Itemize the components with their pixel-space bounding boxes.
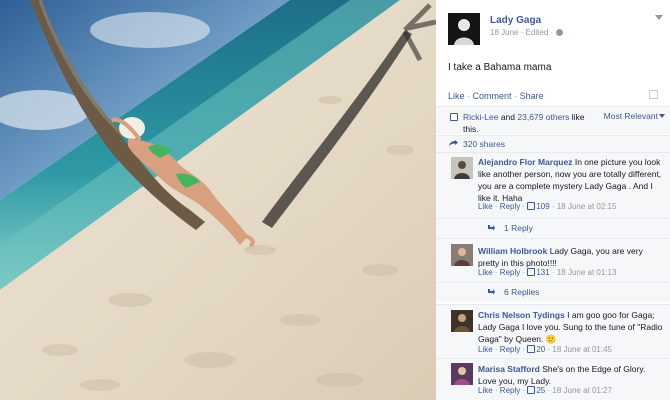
author-name[interactable]: Lady Gaga: [490, 15, 541, 26]
likers-count[interactable]: 23,679 others: [517, 112, 569, 122]
likes-text: Ricki-Lee and 23,679 others like this.: [463, 112, 585, 134]
replies-link-row: 1 Reply: [436, 218, 670, 238]
comment-item: Marisa Stafford She's on the Edge of Glo…: [436, 358, 670, 400]
comment-body: Chris Nelson Tydings I am goo goo for Ga…: [478, 309, 664, 345]
post-meta: 18 June · Edited ·: [490, 28, 564, 37]
comment-time[interactable]: 18 June at 01:45: [552, 345, 612, 354]
thumbs-up-icon: [527, 268, 536, 276]
comment-author[interactable]: Alejandro Flor Marquez: [478, 157, 572, 167]
view-replies-link[interactable]: 6 Replies: [504, 287, 539, 297]
avatar[interactable]: [451, 363, 473, 385]
avatar[interactable]: [451, 310, 473, 332]
share-icon[interactable]: [649, 90, 658, 99]
comment-reply-button[interactable]: Reply: [500, 386, 520, 395]
comment-button[interactable]: Comment: [473, 91, 512, 101]
comment-time[interactable]: 18 June at 02:15: [557, 202, 617, 211]
comment-like-button[interactable]: Like: [478, 386, 493, 395]
comment-meta: Like · Reply · 131 · 18 June at 01:13: [478, 268, 617, 277]
comment-reply-button[interactable]: Reply: [500, 268, 520, 277]
author-avatar[interactable]: [448, 13, 480, 45]
replies-link-row: 6 Replies: [436, 282, 670, 302]
shares-summary: 320 shares: [436, 135, 670, 152]
sort-dropdown[interactable]: Most Relevant: [604, 111, 665, 121]
comment-item: Alejandro Flor Marquez In one picture yo…: [436, 152, 670, 218]
comment-meta: Like · Reply · 109 · 18 June at 02:15: [478, 202, 617, 211]
post-status-text: I take a Bahama mama: [448, 62, 552, 73]
comment-reply-button[interactable]: Reply: [500, 202, 520, 211]
beach-photo: [0, 0, 436, 400]
comment-author[interactable]: William Holbrook: [478, 246, 547, 256]
view-replies-link[interactable]: 1 Reply: [504, 223, 533, 233]
like-button[interactable]: Like: [448, 91, 465, 101]
comment-meta: Like · Reply · 25 · 18 June at 01:27: [478, 386, 612, 395]
comment-meta: Like · Reply · 20 · 18 June at 01:45: [478, 345, 612, 354]
comment-body: Alejandro Flor Marquez In one picture yo…: [478, 156, 664, 204]
comment-time[interactable]: 18 June at 01:27: [552, 386, 612, 395]
chevron-down-icon: [659, 114, 665, 118]
avatar[interactable]: [451, 157, 473, 179]
edited-label[interactable]: Edited: [526, 28, 549, 37]
comment-time[interactable]: 18 June at 01:13: [557, 268, 617, 277]
comment-like-button[interactable]: Like: [478, 268, 493, 277]
post-actions: Like · Comment · Share: [448, 91, 544, 101]
comment-like-button[interactable]: Like: [478, 345, 493, 354]
post-date[interactable]: 18 June: [490, 28, 518, 37]
comment-like-count[interactable]: 25: [527, 386, 545, 395]
thumbs-up-icon: [450, 113, 458, 121]
thumbs-up-icon: [527, 386, 536, 394]
comment-author[interactable]: Marisa Stafford: [478, 364, 540, 374]
comment-item: Chris Nelson Tydings I am goo goo for Ga…: [436, 304, 670, 358]
comment-like-count[interactable]: 131: [527, 268, 550, 277]
comment-like-button[interactable]: Like: [478, 202, 493, 211]
globe-icon: [556, 29, 564, 36]
post-header: Lady Gaga 18 June · Edited ·: [448, 13, 663, 49]
comment-item: William Holbrook Lady Gaga, you are very…: [436, 238, 670, 282]
comment-like-count[interactable]: 109: [527, 202, 550, 211]
thumbs-up-icon: [527, 202, 536, 210]
avatar[interactable]: [451, 244, 473, 266]
share-button[interactable]: Share: [520, 91, 544, 101]
likes-summary: Ricki-Lee and 23,679 others like this. M…: [436, 106, 670, 134]
comment-body: Marisa Stafford She's on the Edge of Glo…: [478, 363, 664, 387]
shares-link[interactable]: 320 shares: [463, 139, 505, 149]
reply-arrow-icon: [488, 289, 495, 295]
post-photo[interactable]: [0, 0, 436, 400]
share-icon: [449, 140, 458, 146]
liker-name[interactable]: Ricki-Lee: [463, 112, 498, 122]
post-panel: Lady Gaga 18 June · Edited · I take a Ba…: [436, 0, 670, 400]
chevron-down-icon[interactable]: [655, 15, 663, 20]
comment-author[interactable]: Chris Nelson Tydings: [478, 310, 565, 320]
comment-body: William Holbrook Lady Gaga, you are very…: [478, 245, 664, 269]
comment-reply-button[interactable]: Reply: [500, 345, 520, 354]
comment-like-count[interactable]: 20: [527, 345, 545, 354]
thumbs-up-icon: [527, 345, 536, 353]
reply-arrow-icon: [488, 225, 495, 231]
